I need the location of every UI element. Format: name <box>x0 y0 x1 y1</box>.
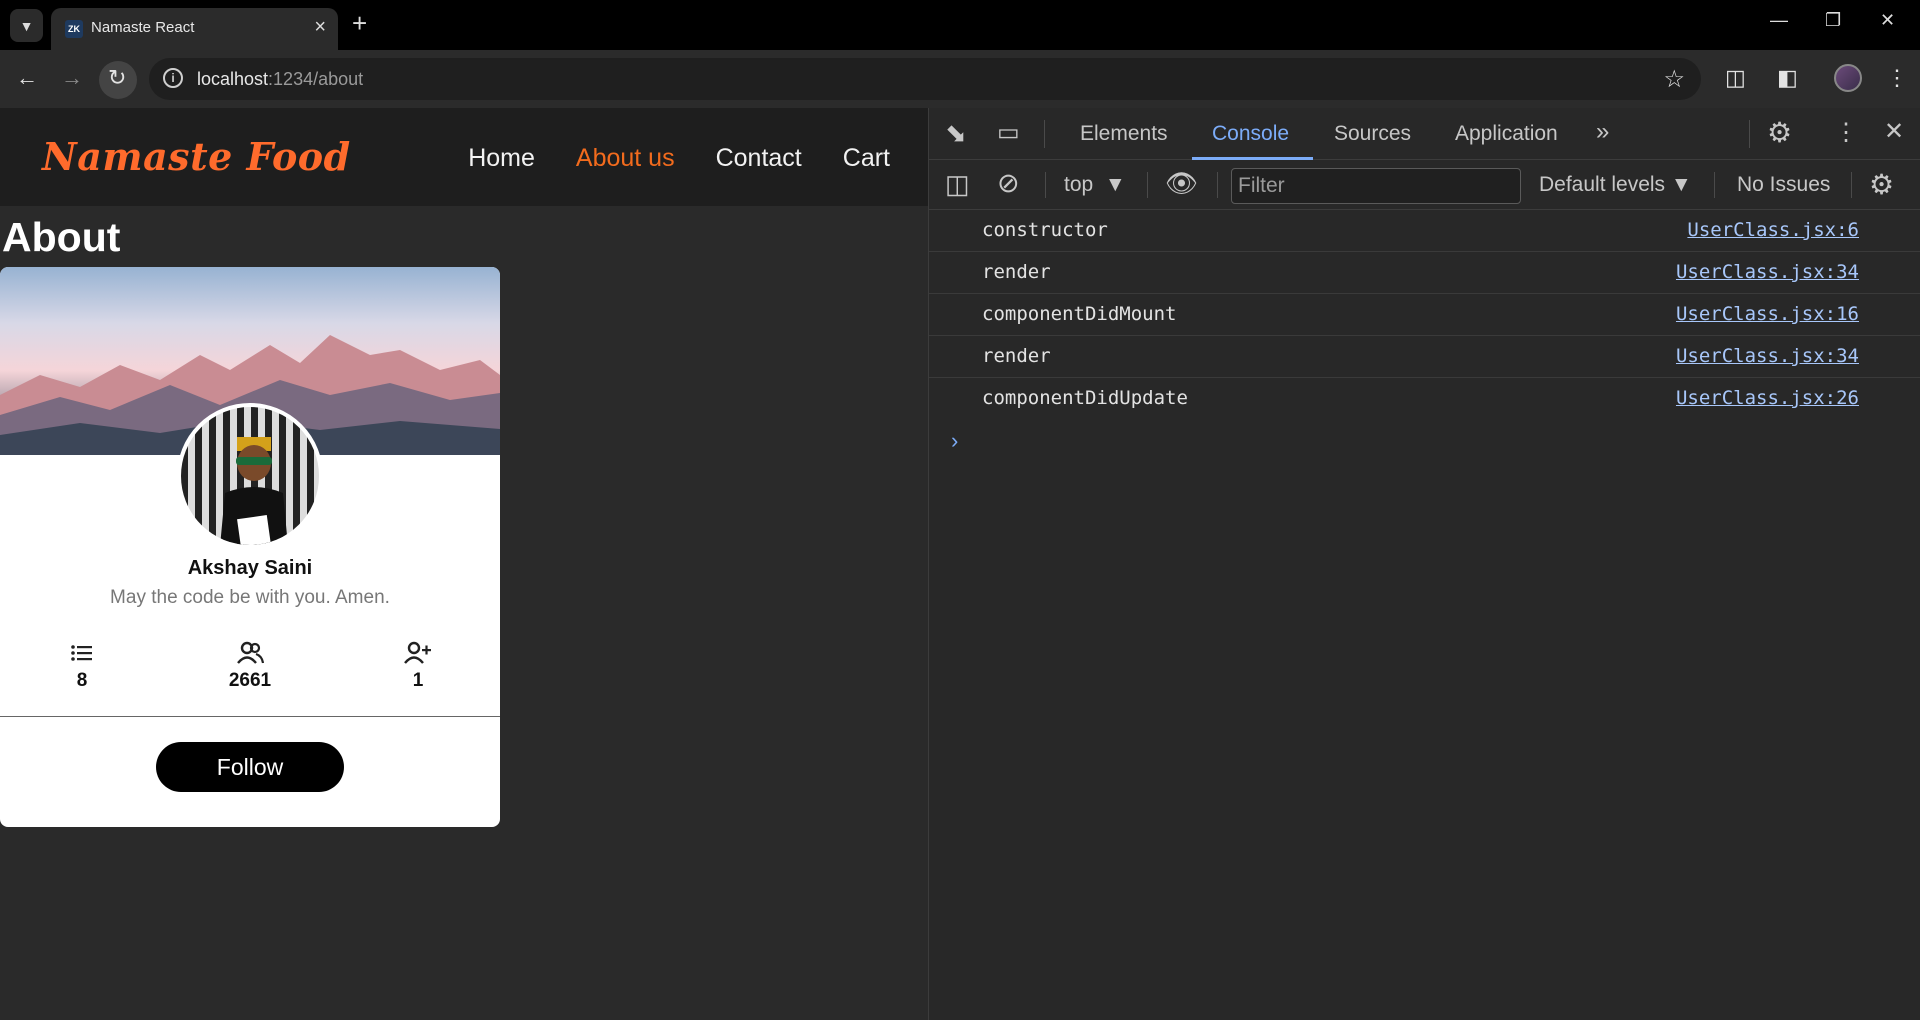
context-label: top <box>1064 173 1094 196</box>
stat-value: 1 <box>412 670 424 691</box>
profile-card: Akshay Saini May the code be with you. A… <box>0 267 500 827</box>
reload-icon[interactable]: ↻ <box>108 64 126 92</box>
context-selector[interactable]: top ▼ <box>1064 173 1126 197</box>
log-source-link[interactable]: UserClass.jsx:26 <box>1676 387 1859 409</box>
back-icon[interactable]: ← <box>16 64 38 92</box>
site-logo[interactable]: Namaste Food <box>42 134 351 179</box>
stat-value: 2661 <box>228 670 272 691</box>
log-message: componentDidUpdate <box>982 387 1188 409</box>
profile-bio: May the code be with you. Amen. <box>110 587 390 608</box>
log-source-link[interactable]: UserClass.jsx:16 <box>1676 303 1859 325</box>
list-item: render UserClass.jsx:34 <box>929 252 1920 294</box>
favicon-icon: ZK <box>65 20 83 38</box>
menu-icon[interactable]: ⋮ <box>1886 64 1908 92</box>
separator <box>1147 172 1148 198</box>
console-output: constructor UserClass.jsx:6 render UserC… <box>929 210 1920 453</box>
settings-gear-icon[interactable]: ⚙ <box>1767 116 1792 149</box>
inspect-icon[interactable]: ⬊ <box>945 118 967 149</box>
star-icon[interactable]: ☆ <box>1663 65 1685 94</box>
log-source-link[interactable]: UserClass.jsx:34 <box>1676 345 1859 367</box>
devtools-panel: ⬊ ▭ Elements Console Sources Application… <box>928 108 1920 1020</box>
sidebar-toggle-icon[interactable]: ◫ <box>945 169 970 200</box>
close-icon[interactable]: ✕ <box>1884 117 1904 146</box>
log-levels-dropdown[interactable]: Default levels ▼ <box>1539 173 1692 197</box>
stat-following: 1 <box>358 640 478 692</box>
log-source-link[interactable]: UserClass.jsx:34 <box>1676 261 1859 283</box>
side-panel-icon[interactable]: ◧ <box>1777 64 1798 92</box>
clear-console-icon[interactable]: ⊘ <box>997 168 1020 199</box>
filter-input[interactable] <box>1232 169 1520 203</box>
browser-tab[interactable]: ZK Namaste React × <box>51 8 338 50</box>
tab-title: Namaste React <box>91 19 195 36</box>
nav-link-about[interactable]: About us <box>576 144 675 173</box>
url-path: :1234/about <box>268 69 364 89</box>
eye-icon[interactable]: 👁 <box>1165 168 1198 199</box>
list-icon <box>22 640 142 668</box>
info-icon[interactable]: i <box>163 68 183 88</box>
url-host: localhost <box>197 69 269 89</box>
person-photo <box>220 437 288 545</box>
list-item: render UserClass.jsx:34 <box>929 336 1920 378</box>
stat-followers: 2661 <box>190 640 310 692</box>
filter-field[interactable] <box>1231 168 1521 204</box>
toolbar: ← → ↻ i localhost:1234/about ☆ ◫ ◧ ⋮ <box>0 50 1920 108</box>
tab-console[interactable]: Console <box>1212 122 1289 146</box>
close-window-icon[interactable]: ✕ <box>1880 10 1895 31</box>
log-message: constructor <box>982 219 1108 241</box>
log-levels-label: Default levels <box>1539 173 1666 196</box>
more-tabs-icon[interactable]: » <box>1596 118 1609 146</box>
group-icon <box>190 640 310 668</box>
tab-search-icon[interactable]: ▼ <box>10 9 43 42</box>
restore-icon[interactable]: ❐ <box>1825 10 1841 31</box>
page-viewport: Namaste Food Home About us Contact Cart … <box>0 108 928 1020</box>
tab-elements[interactable]: Elements <box>1080 122 1168 146</box>
follow-button[interactable]: Follow <box>156 742 344 792</box>
log-source-link[interactable]: UserClass.jsx:6 <box>1687 219 1859 241</box>
site-nav: Home About us Contact Cart <box>468 144 890 173</box>
kebab-menu-icon[interactable]: ⋮ <box>1834 118 1858 147</box>
tab-sources[interactable]: Sources <box>1334 122 1411 146</box>
close-icon[interactable]: × <box>314 17 326 37</box>
separator <box>1749 120 1750 148</box>
url-text[interactable]: localhost:1234/about <box>197 69 363 90</box>
separator <box>1714 172 1715 198</box>
profile-name: Akshay Saini <box>187 557 313 579</box>
list-item: componentDidUpdate UserClass.jsx:26 <box>929 378 1920 420</box>
address-bar[interactable]: i localhost:1234/about ☆ <box>149 58 1701 100</box>
forward-icon[interactable]: → <box>61 64 83 92</box>
console-settings-gear-icon[interactable]: ⚙ <box>1869 168 1894 201</box>
add-person-icon <box>358 640 478 668</box>
separator <box>1851 172 1852 198</box>
page-title: About <box>2 214 121 260</box>
stat-repos: 8 <box>22 640 142 692</box>
tab-application[interactable]: Application <box>1455 122 1558 146</box>
tab-strip: ▼ ZK Namaste React × + — ❐ ✕ <box>0 0 1920 50</box>
log-message: render <box>982 345 1051 367</box>
separator <box>1044 120 1045 148</box>
stat-value: 8 <box>76 670 88 691</box>
console-prompt-chevron-icon[interactable]: › <box>951 428 958 454</box>
nav-link-contact[interactable]: Contact <box>716 144 802 173</box>
avatar[interactable] <box>1834 64 1862 92</box>
device-toolbar-icon[interactable]: ▭ <box>997 118 1020 147</box>
minimize-icon[interactable]: — <box>1770 10 1788 31</box>
plus-icon[interactable]: + <box>352 10 367 36</box>
avatar <box>177 403 323 549</box>
devtools-tabbar: ⬊ ▭ Elements Console Sources Application… <box>929 108 1920 160</box>
console-toolbar: ◫ ⊘ top ▼ 👁 Default levels ▼ No Issues ⚙ <box>929 160 1920 210</box>
extensions-icon[interactable]: ◫ <box>1725 64 1746 92</box>
site-header: Namaste Food Home About us Contact Cart <box>0 108 928 206</box>
issues-counter[interactable]: No Issues <box>1737 173 1830 197</box>
separator <box>1045 172 1046 198</box>
nav-link-cart[interactable]: Cart <box>843 144 890 173</box>
separator <box>1217 172 1218 198</box>
list-item: constructor UserClass.jsx:6 <box>929 210 1920 252</box>
list-item: componentDidMount UserClass.jsx:16 <box>929 294 1920 336</box>
divider <box>0 716 500 717</box>
log-message: componentDidMount <box>982 303 1177 325</box>
nav-link-home[interactable]: Home <box>468 144 535 173</box>
log-message: render <box>982 261 1051 283</box>
